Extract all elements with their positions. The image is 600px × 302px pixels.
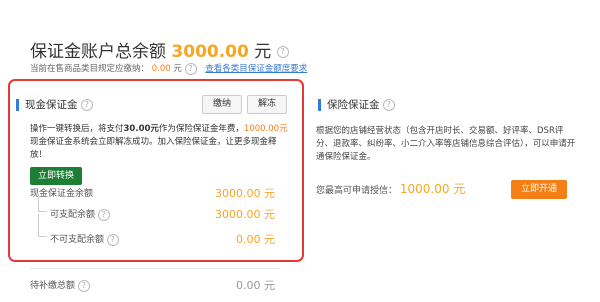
pending-total-label: 待补缴总额 ? xyxy=(30,278,90,292)
desc-fee: 30.00元 xyxy=(123,124,159,134)
help-icon[interactable]: ? xyxy=(77,279,90,292)
help-icon[interactable]: ? xyxy=(97,208,110,221)
pending-total-text: 待补缴总额 xyxy=(30,281,76,291)
insurance-description: 根据您的店铺经营状态（包含开店时长、交易额、好评率、DSR评分、退款率、纠纷率、… xyxy=(316,126,576,162)
help-icon[interactable]: ? xyxy=(184,62,197,75)
total-balance-amount: 3000.00 xyxy=(171,42,249,62)
cash-deposit-title: 现金保证金 ? xyxy=(25,97,93,112)
title-prefix: 保证金账户总余额 xyxy=(30,42,166,62)
help-icon[interactable]: ? xyxy=(106,233,119,246)
tree-connector xyxy=(38,214,47,237)
insurance-deposit-title: 保险保证金 ? xyxy=(327,97,395,112)
section-bar xyxy=(16,99,19,111)
available-balance-value: 3000.00 元 xyxy=(215,208,275,221)
pay-button[interactable]: 缴纳 xyxy=(202,95,242,114)
cash-balance-value: 3000.00 元 xyxy=(215,187,275,200)
help-icon[interactable]: ? xyxy=(382,99,395,111)
desc-part2: 作为保险保证金年费， xyxy=(158,124,244,134)
required-deposit-value: 0.00 xyxy=(151,64,171,74)
help-icon[interactable]: ? xyxy=(80,99,93,111)
max-credit-label: 您最高可申请授信： xyxy=(316,186,398,196)
desc-part3: 现金保证金系统会立即解冻成功。加入保险保证金，让更多现金释放！ xyxy=(30,137,277,160)
max-credit-line: 您最高可申请授信： 1000.00 元 xyxy=(316,180,465,197)
desc-amount: 1000.00元 xyxy=(243,124,288,134)
divider xyxy=(30,268,280,269)
unavailable-balance-value: 0.00 元 xyxy=(236,233,275,246)
release-button[interactable]: 解冻 xyxy=(247,95,287,114)
desc-part1: 操作一键转换后，将支付 xyxy=(30,124,124,134)
category-requirements-link[interactable]: 查看各类目保证金额度要求 xyxy=(205,64,307,74)
cash-deposit-label: 现金保证金 xyxy=(25,99,78,111)
section-bar xyxy=(318,99,321,111)
available-balance-label: 可支配余额 ? xyxy=(50,207,110,221)
page-title: 保证金账户总余额 3000.00 元 ? xyxy=(30,37,289,62)
help-icon[interactable]: ? xyxy=(276,46,289,58)
required-deposit-label: 当前在售商品类目规定应缴纳： xyxy=(30,64,150,74)
available-balance-text: 可支配余额 xyxy=(50,210,96,220)
unavailable-balance-text: 不可支配余额 xyxy=(50,235,105,245)
convert-now-button[interactable]: 立即转换 xyxy=(30,167,82,185)
required-deposit-line: 当前在售商品类目规定应缴纳： 0.00 元 ? 查看各类目保证金额度要求 xyxy=(30,62,307,75)
insurance-deposit-label: 保险保证金 xyxy=(327,99,380,111)
open-now-button[interactable]: 立即开通 xyxy=(511,180,567,199)
convert-description: 操作一键转换后，将支付30.00元作为保险保证金年费，1000.00元现金保证金… xyxy=(30,123,292,162)
title-unit: 元 xyxy=(254,42,272,62)
required-deposit-unit: 元 xyxy=(173,64,182,74)
max-credit-value: 1000.00 元 xyxy=(399,182,466,196)
unavailable-balance-label: 不可支配余额 ? xyxy=(50,232,119,246)
pending-total-value: 0.00 元 xyxy=(236,279,275,292)
tree-connector xyxy=(38,197,47,212)
